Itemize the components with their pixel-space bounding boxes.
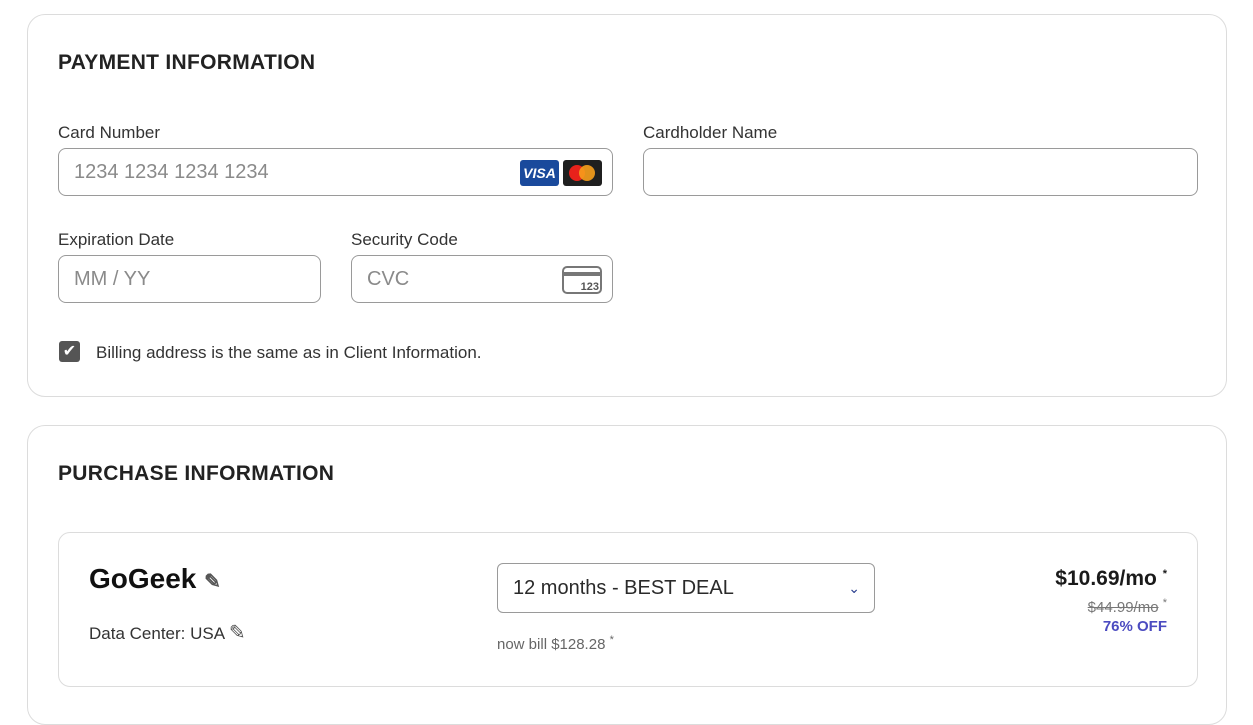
- expiration-date-input[interactable]: MM / YY: [58, 255, 321, 303]
- security-code-label: Security Code: [351, 230, 458, 249]
- discount-badge: 76% OFF: [1102, 618, 1167, 635]
- cvc-icon-text: 123: [581, 281, 599, 293]
- payment-section-title: PAYMENT INFORMATION: [58, 51, 316, 74]
- bill-note-text: now bill $128.28: [497, 636, 606, 653]
- billing-period-value: 12 months - BEST DEAL: [513, 577, 734, 599]
- card-number-input[interactable]: 1234 1234 1234 1234 VISA: [58, 148, 613, 196]
- card-number-placeholder: 1234 1234 1234 1234: [74, 161, 269, 183]
- current-price-text: $10.69/mo: [1055, 567, 1157, 590]
- card-brands: VISA: [520, 160, 602, 186]
- price-asterisk: *: [1162, 568, 1167, 580]
- plan-name: GoGeek ✎: [89, 563, 221, 595]
- payment-information-card: PAYMENT INFORMATION Card Number 1234 123…: [27, 14, 1227, 397]
- chevron-down-icon: ⌄: [848, 580, 860, 596]
- current-price: $10.69/mo *: [1055, 567, 1167, 591]
- billing-period-select[interactable]: 12 months - BEST DEAL ⌄: [497, 563, 875, 613]
- old-price: $44.99/mo *: [1055, 597, 1167, 616]
- cardholder-name-input[interactable]: [643, 148, 1198, 196]
- security-code-placeholder: CVC: [367, 268, 410, 290]
- bill-note: now bill $128.28 *: [497, 634, 614, 653]
- expiration-date-label: Expiration Date: [58, 230, 175, 249]
- card-cvc-icon: 123: [562, 266, 602, 294]
- old-price-text: $44.99/mo: [1087, 599, 1159, 616]
- billing-same-label: Billing address is the same as in Client…: [96, 343, 482, 362]
- purchase-section-title: PURCHASE INFORMATION: [58, 462, 335, 485]
- bill-note-asterisk: *: [609, 634, 614, 646]
- edit-data-center-pencil-icon[interactable]: ✎: [229, 622, 246, 644]
- old-price-asterisk: *: [1162, 597, 1167, 609]
- data-center-text: Data Center: USA: [89, 624, 225, 643]
- edit-plan-pencil-icon[interactable]: ✎: [204, 571, 221, 593]
- data-center: Data Center: USA ✎: [89, 620, 246, 645]
- expiration-placeholder: MM / YY: [74, 268, 151, 290]
- checkmark-icon: ✔: [62, 343, 77, 360]
- mastercard-logo: [563, 160, 602, 186]
- price-block: $10.69/mo * $44.99/mo * 76% OFF: [1055, 567, 1167, 635]
- cardholder-name-label: Cardholder Name: [643, 123, 778, 142]
- product-summary: GoGeek ✎ Data Center: USA ✎ 12 months - …: [58, 532, 1198, 687]
- purchase-information-card: PURCHASE INFORMATION GoGeek ✎ Data Cente…: [27, 425, 1227, 725]
- visa-logo: VISA: [520, 160, 559, 186]
- plan-name-text: GoGeek: [89, 563, 197, 594]
- billing-same-checkbox[interactable]: ✔: [59, 341, 80, 362]
- security-code-input[interactable]: CVC 123: [351, 255, 613, 303]
- card-number-label: Card Number: [58, 123, 161, 142]
